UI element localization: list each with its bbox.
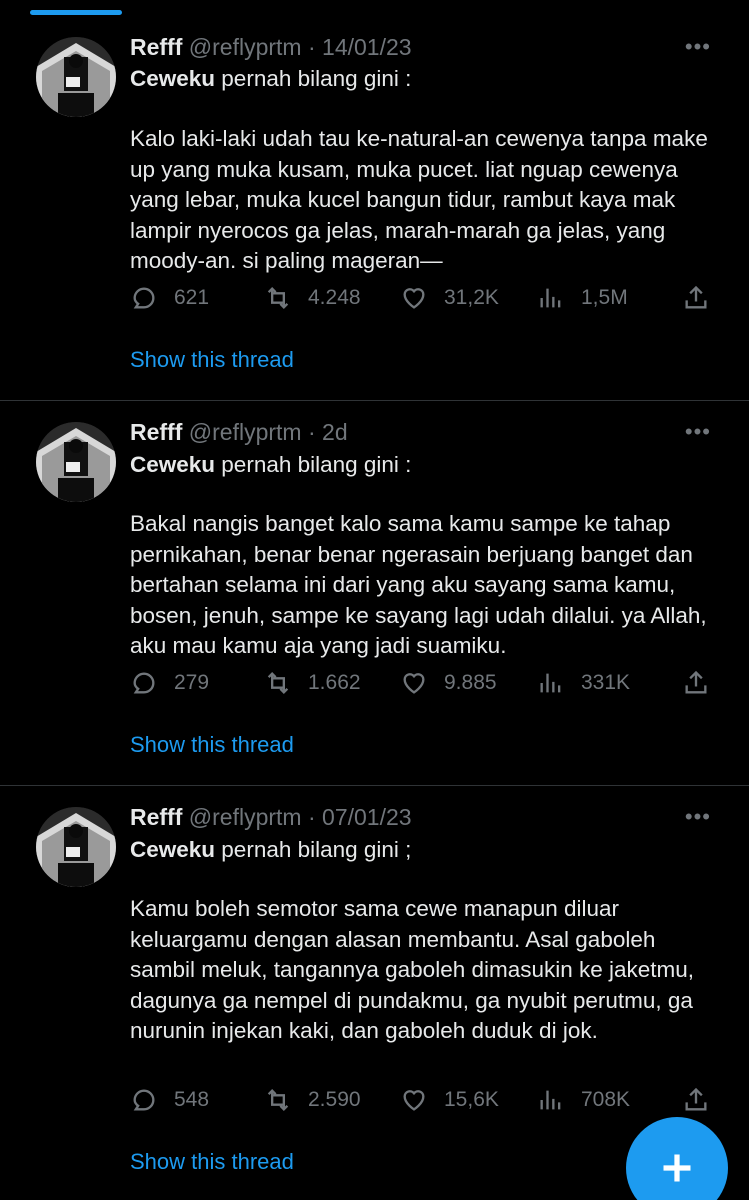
tweet-date[interactable]: · 07/01/23	[308, 804, 412, 830]
heart-icon	[403, 1090, 425, 1111]
view-count: 1,5M	[581, 286, 628, 309]
view-count: 708K	[581, 1088, 631, 1111]
tweet-date[interactable]: · 2d	[308, 419, 348, 445]
avatar-image	[36, 422, 116, 502]
tweet-card[interactable]: Refff @reflyprtm · 2d ••• Ceweku pernah …	[0, 401, 749, 786]
view-count: 331K	[581, 671, 631, 694]
lead-rest: pernah bilang gini :	[215, 452, 412, 477]
share-button[interactable]	[682, 1086, 726, 1114]
more-options-icon[interactable]: •••	[685, 421, 711, 443]
tweet-actions: 279 1.662 9.885 331K	[130, 669, 720, 703]
show-thread-link[interactable]: Show this thread	[130, 731, 294, 759]
reply-button[interactable]: 621	[130, 284, 209, 312]
plus-icon	[663, 1154, 691, 1182]
like-count: 31,2K	[444, 286, 499, 309]
retweet-count: 4.248	[308, 286, 361, 309]
like-count: 9.885	[444, 671, 497, 694]
retweet-count: 2.590	[308, 1088, 361, 1111]
lead-rest: pernah bilang gini :	[215, 66, 412, 91]
heart-icon	[403, 288, 425, 309]
show-thread-link[interactable]: Show this thread	[130, 346, 294, 374]
user-handle[interactable]: @reflyprtm	[189, 804, 302, 830]
reply-icon	[133, 287, 155, 309]
display-name[interactable]: Refff	[130, 419, 182, 445]
tweet-card[interactable]: Refff @reflyprtm · 14/01/23 ••• Ceweku p…	[0, 0, 749, 401]
show-thread-link[interactable]: Show this thread	[130, 1148, 294, 1176]
share-icon	[685, 670, 707, 694]
tweet-lead-line: Ceweku pernah bilang gini ;	[130, 836, 411, 864]
share-button[interactable]	[682, 284, 726, 312]
reply-button[interactable]: 279	[130, 669, 209, 697]
like-count: 15,6K	[444, 1088, 499, 1111]
tweet-actions: 621 4.248 31,2K 1,5M	[130, 284, 720, 318]
retweet-icon	[267, 672, 289, 694]
views-icon	[540, 288, 561, 308]
lead-bold: Ceweku	[130, 452, 216, 477]
share-button[interactable]	[682, 669, 726, 697]
share-icon	[685, 1087, 707, 1111]
lead-rest: pernah bilang gini ;	[215, 837, 412, 862]
share-icon	[685, 285, 707, 309]
reply-button[interactable]: 548	[130, 1086, 209, 1114]
lead-bold: Ceweku	[130, 66, 216, 91]
avatar-image	[36, 807, 116, 887]
heart-icon	[403, 673, 425, 694]
views-button[interactable]: 331K	[537, 669, 630, 697]
retweet-button[interactable]: 1.662	[264, 669, 361, 697]
views-icon	[540, 673, 561, 693]
avatar[interactable]	[36, 807, 116, 887]
retweet-button[interactable]: 4.248	[264, 284, 361, 312]
tweet-text: Kamu boleh semotor sama cewe manapun dil…	[130, 896, 695, 1043]
avatar-image	[36, 37, 116, 117]
views-icon	[540, 1090, 561, 1110]
reply-icon	[133, 1089, 155, 1111]
reply-count: 621	[174, 286, 210, 309]
display-name[interactable]: Refff	[130, 34, 182, 60]
tweet-text: Kalo laki-laki udah tau ke-natural-an ce…	[130, 126, 708, 273]
display-name[interactable]: Refff	[130, 804, 182, 830]
tweet-lead-line: Ceweku pernah bilang gini :	[130, 65, 411, 93]
retweet-count: 1.662	[308, 671, 361, 694]
like-button[interactable]: 9.885	[400, 669, 497, 697]
reply-count: 279	[174, 671, 210, 694]
user-handle[interactable]: @reflyprtm	[189, 419, 302, 445]
avatar[interactable]	[36, 422, 116, 502]
views-button[interactable]: 708K	[537, 1086, 630, 1114]
user-handle[interactable]: @reflyprtm	[189, 34, 302, 60]
like-button[interactable]: 15,6K	[400, 1086, 499, 1114]
like-button[interactable]: 31,2K	[400, 284, 499, 312]
tweet-text: Bakal nangis banget kalo sama kamu sampe…	[130, 511, 707, 658]
tweet-date[interactable]: · 14/01/23	[308, 34, 412, 60]
lead-bold: Ceweku	[130, 837, 216, 862]
tweet-lead-line: Ceweku pernah bilang gini :	[130, 451, 411, 479]
views-button[interactable]: 1,5M	[537, 284, 628, 312]
more-options-icon[interactable]: •••	[685, 36, 711, 58]
more-options-icon[interactable]: •••	[685, 806, 711, 828]
reply-count: 548	[174, 1088, 210, 1111]
avatar[interactable]	[36, 37, 116, 117]
retweet-button[interactable]: 2.590	[264, 1086, 361, 1114]
retweet-icon	[267, 1089, 289, 1111]
reply-icon	[133, 672, 155, 694]
retweet-icon	[267, 287, 289, 309]
tweet-actions: 548 2.590 15,6K 708K	[130, 1086, 720, 1120]
